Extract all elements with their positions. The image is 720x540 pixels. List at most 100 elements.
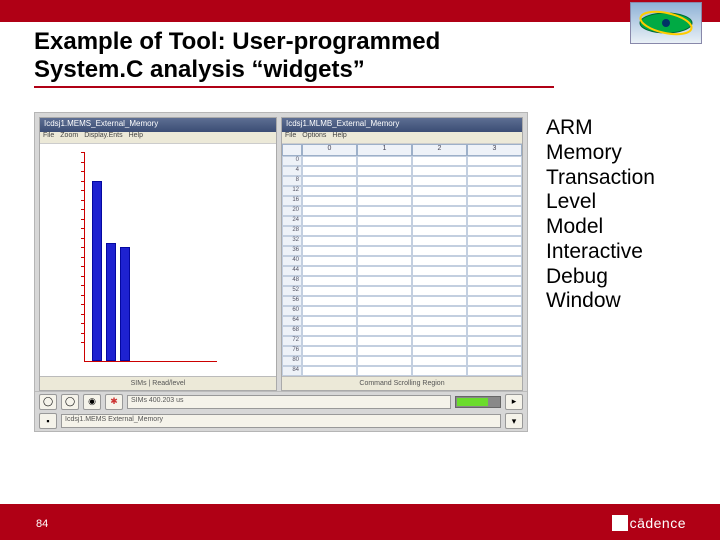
grid-cell[interactable] bbox=[302, 246, 357, 256]
grid-cell[interactable] bbox=[467, 316, 522, 326]
menu-item[interactable]: Zoom bbox=[60, 132, 78, 143]
grid-cell[interactable] bbox=[357, 216, 412, 226]
table-row[interactable]: 44 bbox=[282, 266, 522, 276]
grid-cell[interactable] bbox=[412, 256, 467, 266]
tool-button[interactable]: ▸ bbox=[505, 394, 523, 410]
grid-cell[interactable] bbox=[357, 186, 412, 196]
grid-cell[interactable] bbox=[302, 206, 357, 216]
table-row[interactable]: 28 bbox=[282, 226, 522, 236]
grid-cell[interactable] bbox=[357, 256, 412, 266]
grid-cell[interactable] bbox=[412, 366, 467, 376]
table-row[interactable]: 48 bbox=[282, 276, 522, 286]
menu-item[interactable]: Help bbox=[332, 132, 346, 143]
table-row[interactable]: 4 bbox=[282, 166, 522, 176]
grid-cell[interactable] bbox=[302, 336, 357, 346]
grid-cell[interactable] bbox=[357, 266, 412, 276]
memory-grid[interactable]: 0 1 2 3 04812162024283236404448525660646… bbox=[282, 144, 522, 376]
grid-cell[interactable] bbox=[357, 236, 412, 246]
table-row[interactable]: 52 bbox=[282, 286, 522, 296]
grid-cell[interactable] bbox=[467, 346, 522, 356]
grid-cell[interactable] bbox=[467, 196, 522, 206]
menu-item[interactable]: Display.Ents bbox=[84, 132, 122, 143]
grid-cell[interactable] bbox=[357, 356, 412, 366]
grid-cell[interactable] bbox=[467, 326, 522, 336]
grid-cell[interactable] bbox=[357, 156, 412, 166]
grid-cell[interactable] bbox=[412, 236, 467, 246]
grid-cell[interactable] bbox=[467, 216, 522, 226]
grid-cell[interactable] bbox=[412, 316, 467, 326]
grid-cell[interactable] bbox=[302, 366, 357, 376]
grid-cell[interactable] bbox=[302, 276, 357, 286]
col-header[interactable]: 3 bbox=[467, 144, 522, 156]
menu-item[interactable]: File bbox=[43, 132, 54, 143]
grid-cell[interactable] bbox=[412, 246, 467, 256]
grid-cell[interactable] bbox=[357, 196, 412, 206]
grid-cell[interactable] bbox=[467, 286, 522, 296]
grid-cell[interactable] bbox=[302, 316, 357, 326]
grid-cell[interactable] bbox=[357, 226, 412, 236]
grid-cell[interactable] bbox=[302, 326, 357, 336]
grid-cell[interactable] bbox=[467, 336, 522, 346]
grid-cell[interactable] bbox=[412, 356, 467, 366]
grid-cell[interactable] bbox=[467, 236, 522, 246]
grid-cell[interactable] bbox=[412, 306, 467, 316]
grid-cell[interactable] bbox=[302, 186, 357, 196]
grid-cell[interactable] bbox=[357, 176, 412, 186]
grid-cell[interactable] bbox=[412, 326, 467, 336]
table-row[interactable]: 12 bbox=[282, 186, 522, 196]
table-row[interactable]: 84 bbox=[282, 366, 522, 376]
col-header[interactable]: 2 bbox=[412, 144, 467, 156]
table-row[interactable]: 20 bbox=[282, 206, 522, 216]
grid-cell[interactable] bbox=[302, 286, 357, 296]
grid-cell[interactable] bbox=[467, 166, 522, 176]
grid-cell[interactable] bbox=[302, 266, 357, 276]
grid-cell[interactable] bbox=[302, 226, 357, 236]
table-row[interactable]: 56 bbox=[282, 296, 522, 306]
grid-cell[interactable] bbox=[467, 266, 522, 276]
grid-cell[interactable] bbox=[412, 336, 467, 346]
tool-button[interactable]: ▪ bbox=[39, 413, 57, 429]
grid-cell[interactable] bbox=[357, 286, 412, 296]
table-row[interactable]: 80 bbox=[282, 356, 522, 366]
grid-cell[interactable] bbox=[467, 246, 522, 256]
table-row[interactable]: 24 bbox=[282, 216, 522, 226]
menu-item[interactable]: Help bbox=[129, 132, 143, 143]
grid-cell[interactable] bbox=[302, 176, 357, 186]
grid-cell[interactable] bbox=[357, 246, 412, 256]
table-row[interactable]: 76 bbox=[282, 346, 522, 356]
grid-cell[interactable] bbox=[412, 176, 467, 186]
grid-cell[interactable] bbox=[412, 196, 467, 206]
table-row[interactable]: 36 bbox=[282, 246, 522, 256]
table-row[interactable]: 8 bbox=[282, 176, 522, 186]
table-row[interactable]: 64 bbox=[282, 316, 522, 326]
table-row[interactable]: 40 bbox=[282, 256, 522, 266]
table-row[interactable]: 60 bbox=[282, 306, 522, 316]
grid-cell[interactable] bbox=[467, 206, 522, 216]
col-header[interactable]: 1 bbox=[357, 144, 412, 156]
grid-cell[interactable] bbox=[412, 206, 467, 216]
grid-cell[interactable] bbox=[467, 356, 522, 366]
grid-cell[interactable] bbox=[357, 166, 412, 176]
grid-cell[interactable] bbox=[302, 256, 357, 266]
grid-cell[interactable] bbox=[357, 276, 412, 286]
grid-cell[interactable] bbox=[412, 186, 467, 196]
menu-item[interactable]: Options bbox=[302, 132, 326, 143]
grid-cell[interactable] bbox=[302, 346, 357, 356]
grid-cell[interactable] bbox=[467, 176, 522, 186]
grid-cell[interactable] bbox=[357, 206, 412, 216]
grid-cell[interactable] bbox=[412, 346, 467, 356]
menu-item[interactable]: File bbox=[285, 132, 296, 143]
table-row[interactable]: 68 bbox=[282, 326, 522, 336]
tool-button[interactable]: ◉ bbox=[83, 394, 101, 410]
path-field[interactable]: Icdsj1.MEMS External_Memory bbox=[61, 414, 501, 428]
grid-cell[interactable] bbox=[302, 356, 357, 366]
grid-cell[interactable] bbox=[357, 366, 412, 376]
grid-cell[interactable] bbox=[467, 256, 522, 266]
grid-cell[interactable] bbox=[467, 296, 522, 306]
status-field[interactable]: SIMs 400.203 us bbox=[127, 395, 451, 409]
right-pane-titlebar[interactable]: Icdsj1.MLMB_External_Memory bbox=[282, 118, 522, 132]
grid-cell[interactable] bbox=[302, 236, 357, 246]
grid-cell[interactable] bbox=[412, 156, 467, 166]
grid-cell[interactable] bbox=[412, 276, 467, 286]
grid-cell[interactable] bbox=[412, 216, 467, 226]
